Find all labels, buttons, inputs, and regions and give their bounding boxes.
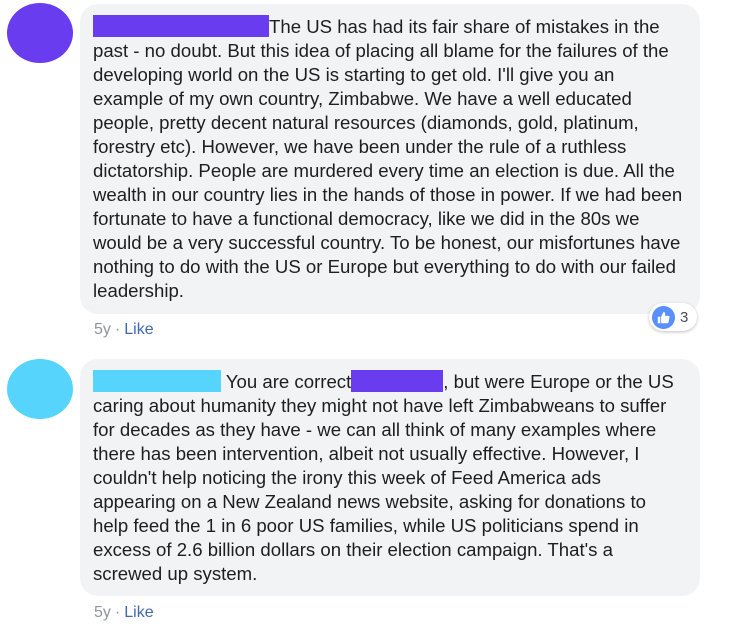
like-button[interactable]: Like — [124, 604, 153, 621]
meta-separator: · — [114, 321, 121, 338]
comment-body-end: , but were Europe or the US caring about… — [93, 371, 674, 584]
comment-timestamp[interactable]: 5y — [94, 321, 111, 338]
author-name-redacted[interactable] — [93, 370, 221, 392]
comment-timestamp[interactable]: 5y — [94, 604, 111, 621]
author-name-redacted[interactable] — [93, 15, 269, 37]
mention-redacted[interactable] — [351, 370, 444, 392]
reaction-count: 3 — [680, 308, 689, 326]
comment-body-start: You are correct — [225, 371, 352, 392]
comment-text: You are correct, but were Europe or the … — [93, 370, 686, 586]
comment-meta: 5y · Like — [94, 320, 154, 340]
comment-body: The US has had its fair share of mistake… — [93, 16, 683, 301]
avatar[interactable] — [7, 3, 73, 63]
meta-separator: · — [114, 604, 121, 621]
like-button[interactable]: Like — [124, 321, 153, 338]
comment-text: The US has had its fair share of mistake… — [93, 15, 686, 303]
comment-meta: 5y · Like — [94, 603, 154, 623]
comment-bubble: You are correct, but were Europe or the … — [80, 359, 700, 596]
thumbs-up-icon — [652, 305, 675, 329]
reaction-badge[interactable]: 3 — [649, 303, 697, 331]
avatar[interactable] — [7, 359, 73, 419]
comment-bubble: The US has had its fair share of mistake… — [80, 4, 700, 314]
